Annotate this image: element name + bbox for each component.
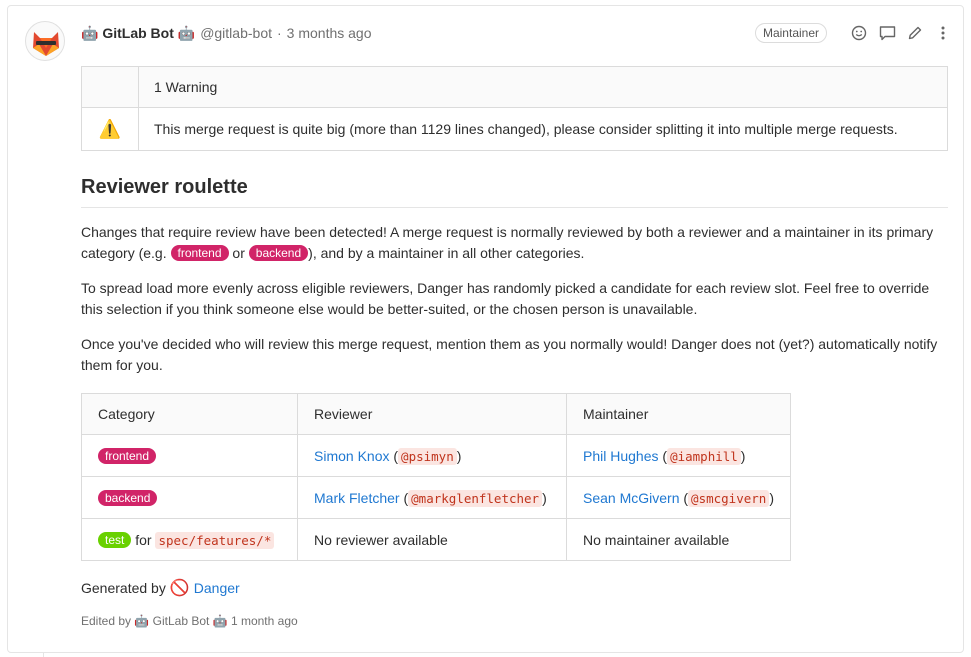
label-test[interactable]: test bbox=[98, 531, 132, 548]
maintainer-link[interactable]: Phil Hughes bbox=[583, 448, 659, 464]
pencil-icon[interactable] bbox=[905, 23, 925, 43]
danger-link[interactable]: Danger bbox=[194, 580, 240, 596]
category-cell: test for spec/features/* bbox=[81, 518, 298, 561]
note-header: 🤖 GitLab Bot 🤖 @gitlab-bot · 3 months ag… bbox=[81, 23, 953, 43]
warning-icon: ⚠️ bbox=[81, 107, 139, 151]
table-row: test for spec/features/* No reviewer ava… bbox=[81, 518, 791, 561]
maintainer-cell: No maintainer available bbox=[566, 518, 791, 561]
paragraph-load: To spread load more evenly across eligib… bbox=[81, 280, 930, 317]
avatar[interactable] bbox=[25, 21, 65, 61]
maintainer-link[interactable]: Sean McGivern bbox=[583, 490, 679, 506]
maintainer-handle: @iamphill bbox=[667, 447, 741, 465]
role-badge: Maintainer bbox=[754, 23, 827, 43]
category-cell: backend bbox=[81, 476, 298, 519]
paragraph-text: ), and by a maintainer in all other cate… bbox=[308, 245, 585, 261]
maintainer-cell: Phil Hughes (@iamphill) bbox=[566, 434, 791, 477]
prohibited-icon: 🚫 bbox=[169, 580, 190, 597]
paragraph-text: or bbox=[228, 245, 249, 261]
reviewer-cell: Simon Knox (@psimyn) bbox=[297, 434, 567, 477]
table-row: backend Mark Fletcher (@markglenfletcher… bbox=[81, 476, 791, 519]
author-handle[interactable]: @gitlab-bot bbox=[200, 25, 272, 41]
reviewer-link[interactable]: Simon Knox bbox=[314, 448, 389, 464]
reviewer-cell: No reviewer available bbox=[297, 518, 567, 561]
category-cell: frontend bbox=[81, 434, 298, 477]
warning-message: This merge request is quite big (more th… bbox=[138, 107, 948, 151]
reviewer-link[interactable]: Mark Fletcher bbox=[314, 490, 400, 506]
label-frontend[interactable]: frontend bbox=[98, 447, 157, 464]
warnings-header: 1 Warning bbox=[138, 66, 948, 108]
col-header-reviewer: Reviewer bbox=[297, 393, 567, 435]
separator-dot: · bbox=[277, 25, 282, 41]
note-timestamp[interactable]: 3 months ago bbox=[287, 25, 372, 41]
table-row: frontend Simon Knox (@psimyn) Phil Hughe… bbox=[81, 434, 791, 477]
author-name[interactable]: 🤖 GitLab Bot 🤖 bbox=[81, 25, 195, 42]
label-backend[interactable]: backend bbox=[248, 245, 309, 261]
generated-by: Generated by 🚫 Danger bbox=[81, 578, 948, 598]
for-text: for bbox=[135, 531, 152, 548]
edited-by: Edited by 🤖 GitLab Bot 🤖 1 month ago bbox=[81, 614, 298, 628]
col-header-maintainer: Maintainer bbox=[566, 393, 791, 435]
reviewer-cell: Mark Fletcher (@markglenfletcher) bbox=[297, 476, 567, 519]
maintainer-handle: @smcgivern bbox=[688, 489, 770, 507]
smiley-icon[interactable] bbox=[849, 23, 869, 43]
label-backend[interactable]: backend bbox=[98, 489, 158, 506]
label-frontend[interactable]: frontend bbox=[170, 245, 229, 261]
reviewer-handle: @psimyn bbox=[398, 447, 457, 465]
gitlab-bot-avatar-icon bbox=[33, 32, 59, 56]
comment-note: 🤖 GitLab Bot 🤖 @gitlab-bot · 3 months ag… bbox=[7, 5, 964, 653]
paragraph-intro: Changes that require review have been de… bbox=[81, 222, 948, 264]
warnings-header-empty bbox=[81, 66, 139, 108]
more-vertical-icon[interactable] bbox=[933, 23, 953, 43]
section-heading: Reviewer roulette bbox=[81, 176, 948, 208]
comment-icon[interactable] bbox=[877, 23, 897, 43]
col-header-category: Category bbox=[81, 393, 298, 435]
reviewer-handle: @markglenfletcher bbox=[408, 489, 543, 507]
maintainer-cell: Sean McGivern (@smcgivern) bbox=[566, 476, 791, 519]
warnings-table: 1 Warning ⚠️ This merge request is quite… bbox=[81, 66, 948, 151]
reviewer-table: Category Reviewer Maintainer frontend Si… bbox=[81, 393, 791, 561]
generated-by-text: Generated by bbox=[81, 580, 166, 596]
paragraph-mention: Once you've decided who will review this… bbox=[81, 336, 938, 373]
note-actions: Maintainer bbox=[754, 23, 953, 43]
path-code: spec/features/* bbox=[155, 531, 275, 549]
note-body: 1 Warning ⚠️ This merge request is quite… bbox=[81, 66, 948, 628]
